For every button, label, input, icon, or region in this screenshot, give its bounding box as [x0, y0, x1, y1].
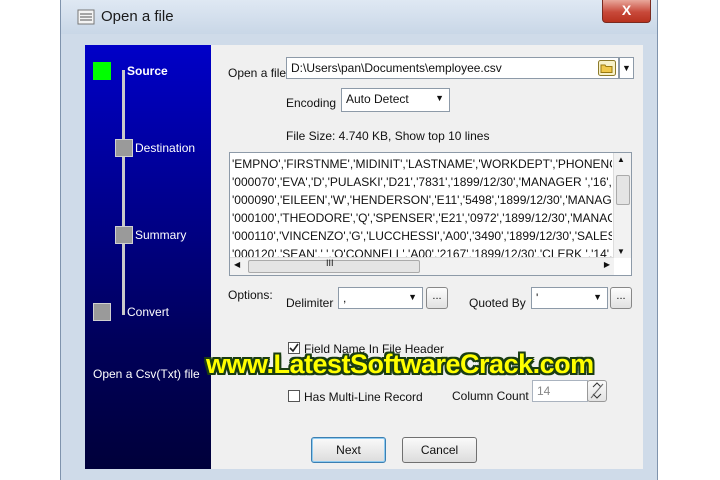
delimiter-select[interactable]: , ▼	[338, 287, 423, 309]
step-convert: Convert	[127, 305, 170, 319]
column-count-label: Column Count	[452, 389, 529, 403]
title-bar[interactable]: Open a file X	[61, 0, 657, 34]
step-marker-source	[93, 62, 111, 80]
step-source: Source	[127, 64, 168, 78]
quoted-by-value: '	[536, 291, 539, 305]
options-label: Options:	[228, 288, 273, 302]
scroll-left-icon[interactable]: ◀	[234, 260, 240, 269]
chevron-down-icon: ▼	[408, 292, 417, 302]
preview-line: '000070','EVA','D','PULASKI','D21','7831…	[232, 175, 612, 189]
column-count-input[interactable]: 14	[532, 380, 588, 402]
scroll-up-icon[interactable]: ▲	[617, 155, 625, 164]
dialog-client: Source Destination Summary Convert Open …	[85, 45, 643, 469]
quoted-by-label: Quoted By	[469, 296, 526, 310]
open-file-label: Open a file	[228, 66, 287, 80]
step-description: Open a Csv(Txt) file	[93, 367, 200, 381]
scroll-grip: III	[326, 258, 334, 268]
preview-line: 'EMPNO','FIRSTNME','MIDINIT','LASTNAME',…	[232, 157, 612, 171]
column-count-spin-button[interactable]	[587, 380, 607, 402]
next-button[interactable]: Next	[311, 437, 386, 463]
encoding-select[interactable]: Auto Detect ▼	[341, 88, 450, 112]
chevron-down-icon: ▼	[593, 292, 602, 302]
scroll-down-icon[interactable]: ▼	[617, 247, 625, 256]
cancel-button[interactable]: Cancel	[402, 437, 477, 463]
file-size-info: File Size: 4.740 KB, Show top 10 lines	[286, 129, 490, 143]
horizontal-scrollbar[interactable]: ◀ III ▶	[230, 257, 614, 275]
file-path-input[interactable]: D:\Users\pan\Documents\employee.csv	[286, 57, 619, 79]
watermark-text: www.LatestSoftwareCrack.com	[206, 349, 594, 379]
delimiter-more-button[interactable]: ...	[426, 287, 448, 309]
step-destination: Destination	[135, 141, 196, 155]
column-count-value: 14	[537, 384, 551, 398]
step-connector	[122, 70, 125, 315]
window-title: Open a file	[101, 8, 174, 25]
encoding-value: Auto Detect	[346, 92, 409, 106]
encoding-label: Encoding	[286, 96, 337, 110]
wizard-sidebar: Source Destination Summary Convert Open …	[85, 45, 211, 469]
horizontal-scroll-thumb[interactable]	[248, 260, 420, 273]
step-marker-convert	[93, 303, 111, 321]
chevron-down-icon: ▼	[435, 93, 444, 103]
preview-lines: 'EMPNO','FIRSTNME','MIDINIT','LASTNAME',…	[232, 155, 612, 263]
dialog-footer: Next Cancel	[211, 423, 643, 469]
preview-line: '000090','EILEEN','W','HENDERSON','E11',…	[232, 193, 612, 207]
multiline-checkbox[interactable]	[288, 390, 300, 402]
preview-line: '000110','VINCENZO','G','LUCCHESSI','A00…	[232, 229, 612, 243]
step-marker-summary	[115, 226, 133, 244]
step-summary: Summary	[135, 228, 187, 242]
vertical-scrollbar[interactable]: ▲ ▼	[613, 153, 631, 258]
delimiter-value: ,	[343, 291, 347, 305]
close-button[interactable]: X	[602, 0, 651, 23]
preview-line: '000100','THEODORE','Q','SPENSER','E21',…	[232, 211, 612, 225]
quoted-by-more-button[interactable]: ...	[610, 287, 632, 309]
scroll-right-icon[interactable]: ▶	[604, 260, 610, 269]
step-marker-destination	[115, 139, 133, 157]
folder-browse-icon[interactable]	[598, 60, 616, 76]
source-panel: Open a file D:\Users\pan\Documents\emplo…	[211, 45, 643, 469]
vertical-scroll-thumb[interactable]	[616, 175, 630, 205]
app-icon	[77, 9, 95, 25]
open-file-dialog: Open a file X Source Destination Summary…	[60, 0, 658, 480]
file-preview[interactable]: 'EMPNO','FIRSTNME','MIDINIT','LASTNAME',…	[229, 152, 632, 276]
delimiter-label: Delimiter	[286, 296, 334, 310]
quoted-by-select[interactable]: ' ▼	[531, 287, 608, 309]
file-path-value: D:\Users\pan\Documents\employee.csv	[291, 61, 502, 75]
path-dropdown-icon[interactable]: ▼	[619, 57, 634, 79]
spin-arrows-icon	[590, 382, 604, 399]
multiline-label: Has Multi-Line Record	[304, 390, 423, 404]
